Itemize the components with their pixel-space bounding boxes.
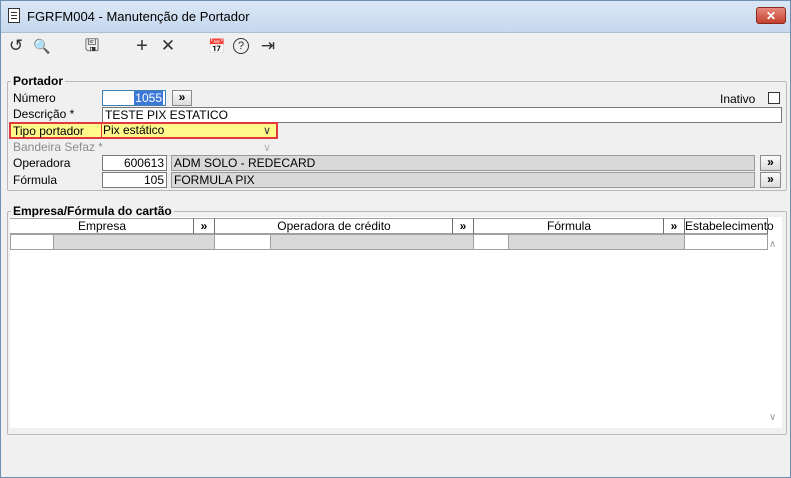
operadora-name-cell (270, 234, 474, 250)
operadora-lookup-button[interactable]: » (453, 218, 473, 234)
numero-input[interactable]: 1055 (102, 90, 166, 106)
undo-icon[interactable]: ↺ (6, 36, 26, 56)
descricao-input[interactable]: TESTE PIX ESTATICO (102, 107, 782, 123)
save-icon[interactable]: 🖫 (82, 36, 102, 56)
add-icon[interactable]: + (132, 36, 152, 56)
column-header-operadora[interactable]: Operadora de crédito (215, 218, 453, 234)
portador-section-title: Portador (11, 74, 66, 88)
tipo-portador-separator (101, 124, 102, 137)
bandeira-dropdown-icon: ∨ (263, 142, 272, 154)
column-header-formula[interactable]: Fórmula (474, 218, 664, 234)
column-header-estabelecimento[interactable]: Estabelecimento (685, 218, 774, 234)
inativo-label: Inativo (720, 92, 756, 106)
scroll-down-icon[interactable]: ∨ (769, 412, 776, 423)
formula-lookup-button[interactable]: » (760, 172, 781, 188)
formula-name-cell (508, 234, 685, 250)
operadora-lookup-button[interactable]: » (760, 155, 781, 171)
tipo-portador-label: Tipo portador (13, 124, 84, 138)
exit-icon[interactable]: ⇥ (258, 36, 278, 56)
empresa-name-cell (53, 234, 215, 250)
window-title: FGRFM004 - Manutenção de Portador (27, 9, 250, 24)
tipo-portador-value: Pix estático (103, 123, 165, 137)
empresa-code-cell[interactable] (10, 234, 54, 250)
title-bar: FGRFM004 - Manutenção de Portador ✕ (1, 1, 790, 33)
formula-lookup-button[interactable]: » (664, 218, 684, 234)
operadora-code-cell[interactable] (214, 234, 271, 250)
document-icon (8, 8, 20, 23)
formula-label: Fórmula (13, 173, 58, 187)
numero-value: 1055 (134, 91, 163, 105)
scroll-up-icon[interactable]: ∧ (769, 239, 776, 250)
help-icon[interactable]: ? (233, 38, 249, 54)
formula-code-input[interactable]: 105 (102, 172, 167, 188)
search-icon[interactable]: 🔍 (32, 36, 52, 56)
bandeira-label: Bandeira Sefaz * (13, 140, 104, 154)
main-window: FGRFM004 - Manutenção de Portador ✕ ↺ 🔍 … (0, 0, 791, 478)
descricao-label: Descrição * (13, 107, 75, 121)
numero-lookup-button[interactable]: » (172, 90, 192, 106)
formula-code-cell[interactable] (473, 234, 509, 250)
empresa-lookup-button[interactable]: » (194, 218, 214, 234)
numero-label: Número (13, 91, 56, 105)
toolbar: ↺ 🔍 🖫 + ✕ 📅 ? ⇥ (1, 33, 790, 59)
header-separator (767, 218, 768, 234)
operadora-label: Operadora (13, 156, 71, 170)
inativo-checkbox[interactable] (768, 92, 780, 104)
operadora-code-input[interactable]: 600613 (102, 155, 167, 171)
operadora-name-field: ADM SOLO - REDECARD (171, 155, 755, 171)
empresa-formula-section-title: Empresa/Fórmula do cartão (11, 204, 174, 218)
calendar-icon[interactable]: 📅 (207, 36, 227, 56)
tipo-portador-dropdown-icon[interactable]: ∨ (263, 124, 271, 137)
estabelecimento-cell[interactable] (684, 234, 768, 250)
column-header-empresa[interactable]: Empresa (10, 218, 194, 234)
delete-icon[interactable]: ✕ (158, 36, 178, 56)
tipo-portador-select[interactable]: Pix estático (103, 123, 275, 137)
formula-name-field: FORMULA PIX (171, 172, 755, 188)
close-button[interactable]: ✕ (756, 7, 786, 24)
bandeira-select (102, 140, 278, 156)
